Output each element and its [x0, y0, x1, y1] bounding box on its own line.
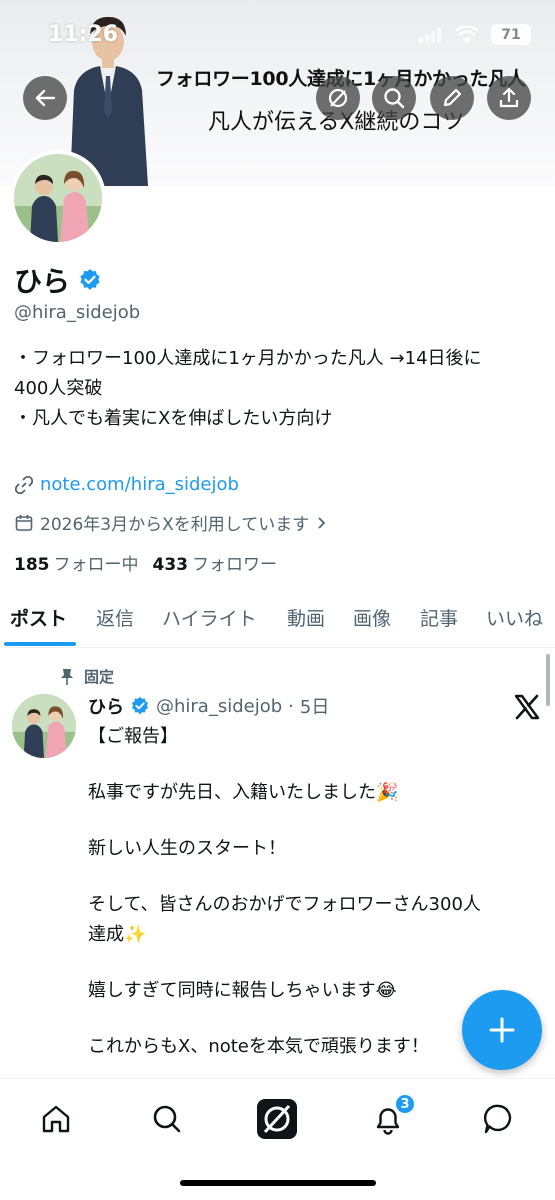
tab-replies[interactable]: 返信 — [96, 604, 134, 631]
compose-post-button[interactable] — [462, 990, 542, 1070]
bio-line: ・凡人でも着実にXを伸ばしたい方向け — [14, 408, 333, 429]
status-icons: 71 — [419, 24, 531, 45]
follow-stats: 185 フォロー中 433 フォロワー — [14, 550, 277, 575]
bio-line: 400人突破 — [14, 378, 103, 399]
scrollbar[interactable] — [546, 654, 550, 706]
profile-handle: @hira_sidejob — [14, 302, 141, 323]
status-time: 11:26 — [48, 22, 119, 47]
battery-indicator: 71 — [491, 24, 531, 45]
content-fade — [0, 1060, 555, 1080]
tweet-line: 新しい人生のスタート！ — [88, 838, 286, 859]
tweet-line: 私事ですが先日、入籍いたしました🎉 — [88, 782, 399, 803]
tweet-line: 【ご報告】 — [88, 726, 178, 747]
active-tab-indicator — [4, 642, 76, 646]
followers-count: 433 — [152, 555, 189, 575]
back-arrow-icon — [35, 89, 56, 107]
nav-messages[interactable] — [477, 1097, 521, 1141]
nav-grok[interactable] — [255, 1097, 299, 1141]
wifi-icon — [455, 25, 479, 43]
tab-highlights[interactable]: ハイライト — [162, 604, 257, 631]
profile-website-text[interactable]: note.com/hira_sidejob — [40, 474, 239, 495]
pinned-label: 固定 — [60, 666, 114, 687]
search-icon — [384, 88, 405, 109]
tweet-author-name[interactable]: ひら — [88, 693, 124, 719]
cellular-signal-icon — [419, 26, 441, 43]
search-button[interactable] — [372, 76, 416, 120]
pinned-text: 固定 — [84, 668, 115, 686]
edit-button[interactable] — [430, 76, 474, 120]
tweet-separator: · — [288, 695, 294, 717]
notifications-badge: 3 — [394, 1093, 416, 1115]
profile-joined-text: 2026年3月からXを利用しています — [40, 515, 310, 535]
tab-posts[interactable]: ポスト — [10, 604, 67, 631]
grok-button[interactable] — [316, 76, 360, 120]
tweet-time[interactable]: 5日 — [300, 693, 329, 719]
grok-icon — [328, 88, 348, 108]
plus-icon — [489, 1017, 515, 1043]
following-label: フォロー中 — [53, 555, 139, 575]
tweet-line-break — [88, 950, 528, 976]
tweet-line-break — [88, 752, 528, 778]
home-indicator — [180, 1180, 376, 1186]
calendar-icon — [15, 514, 33, 531]
profile-bio: ・フォロワー100人達成に1ヶ月かかった凡人 →14日後に 400人突破 ・凡人… — [14, 344, 544, 434]
back-button[interactable] — [23, 76, 67, 120]
following-count: 185 — [14, 555, 50, 575]
tab-likes[interactable]: いいね — [486, 604, 543, 631]
profile-name-text: ひら — [14, 265, 71, 298]
share-button[interactable] — [487, 76, 531, 120]
tab-articles[interactable]: 記事 — [420, 604, 458, 631]
nav-home[interactable] — [34, 1097, 78, 1141]
grok-icon — [257, 1099, 297, 1139]
tweet-line: 達成✨ — [88, 924, 147, 945]
link-icon — [14, 475, 34, 494]
tweet-line: そして、皆さんのおかげでフォロワーさん300人 — [88, 894, 481, 915]
verified-badge-icon — [132, 696, 148, 715]
profile-website-link[interactable]: note.com/hira_sidejob — [14, 474, 239, 495]
profile-tabs: ポスト 返信 ハイライト 動画 画像 記事 いいね — [0, 590, 555, 648]
following-stat[interactable]: 185 フォロー中 — [14, 550, 139, 575]
followers-stat[interactable]: 433 フォロワー — [153, 550, 278, 575]
x-logo-icon[interactable] — [512, 692, 542, 722]
tab-videos[interactable]: 動画 — [287, 604, 325, 631]
share-icon — [499, 87, 519, 108]
tweet-line-break — [88, 808, 528, 834]
profile-joined[interactable]: 2026年3月からXを利用しています — [14, 510, 329, 535]
home-icon — [42, 1105, 70, 1133]
tweet-text[interactable]: 【ご報告】 私事ですが先日、入籍いたしました🎉 新しい人生のスタート！ そして、… — [88, 722, 528, 1062]
profile-avatar[interactable] — [10, 150, 106, 246]
verified-badge-icon[interactable] — [78, 268, 102, 292]
profile-name: ひら — [14, 260, 102, 300]
couple-avatar-illustration — [14, 154, 102, 242]
pin-icon — [61, 668, 73, 685]
tab-images[interactable]: 画像 — [353, 604, 391, 631]
chat-bubble-icon — [483, 1104, 512, 1134]
tweet-line-break — [88, 864, 528, 890]
nav-search[interactable] — [145, 1097, 189, 1141]
followers-label: フォロワー — [192, 555, 277, 575]
chevron-right-icon — [318, 516, 326, 529]
pencil-icon — [443, 88, 462, 107]
tweet-line: 嬉しすぎて同時に報告しちゃいます😂 — [88, 980, 397, 1001]
bio-line: ・フォロワー100人達成に1ヶ月かかった凡人 →14日後に — [14, 348, 482, 369]
tweet-header: ひら @hira_sidejob · 5日 — [88, 693, 329, 719]
search-icon — [153, 1105, 181, 1133]
tweet-avatar[interactable] — [12, 694, 76, 758]
couple-avatar-illustration — [12, 694, 76, 758]
tweet-author-handle[interactable]: @hira_sidejob — [156, 696, 282, 717]
